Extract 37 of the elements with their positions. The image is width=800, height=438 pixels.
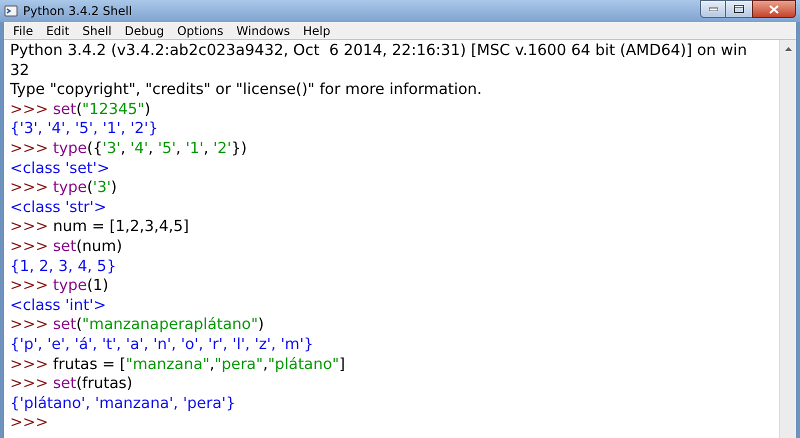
- close-icon: [769, 4, 779, 14]
- close-button[interactable]: [752, 0, 796, 18]
- code-line: {'p', 'e', 'á', 't', 'a', 'n', 'o', 'r', 'l', 'z', 'm'}: [10, 334, 314, 354]
- window-title: Python 3.4.2 Shell: [23, 3, 132, 20]
- menu-item[interactable]: Shell: [76, 22, 118, 38]
- code-line: Python 3.4.2 (v3.4.2:ab2c023a9432, Oct 6 2014, 22:16:31) [MSC v.1600 64 bit (AMD64)] on win: [10, 41, 747, 61]
- menu-item[interactable]: File: [7, 22, 40, 38]
- code-line: {'plátano', 'manzana', 'pera'}: [10, 394, 236, 414]
- code-line: <class 'set'>: [10, 158, 110, 178]
- code-line: >>> frutas = ["manzana","pera","plátano"]: [10, 354, 346, 374]
- scrollbar[interactable]: [779, 40, 796, 438]
- code-line: >>> set("manzanaperaplátano"): [10, 315, 264, 335]
- menu-item[interactable]: Edit: [40, 22, 76, 38]
- menu-item[interactable]: Windows: [230, 22, 296, 38]
- code-line: >>> set(frutas): [10, 374, 132, 394]
- code-line: <class 'int'>: [10, 296, 106, 316]
- code-line: {'3', '4', '5', '1', '2'}: [10, 119, 158, 139]
- maximize-icon: [734, 5, 744, 13]
- code-line: >>> set("12345"): [10, 100, 150, 120]
- code-line: 32: [10, 60, 30, 80]
- code-line: >>> set(num): [10, 236, 122, 257]
- code-line: >>> type(1): [10, 276, 108, 296]
- code-line: Type "copyright", "credits" or "license()" for more information.: [10, 80, 482, 100]
- code-line: >>> type({'3', '4', '5', '1', '2'}): [10, 138, 247, 159]
- minimize-icon: [708, 7, 718, 11]
- minimize-button[interactable]: [700, 0, 726, 18]
- menu-item[interactable]: Debug: [118, 22, 170, 38]
- code-line: {1, 2, 3, 4, 5}: [10, 256, 116, 276]
- python-shell-icon: [4, 4, 18, 18]
- code-line: >>> type('3'): [10, 178, 117, 198]
- maximize-button[interactable]: [726, 0, 752, 18]
- up-arrow-icon: [784, 46, 792, 50]
- code-line: >>> num = [1,2,3,4,5]: [10, 217, 189, 237]
- menu-item[interactable]: Help: [296, 22, 336, 38]
- menu-item[interactable]: Options: [171, 22, 230, 38]
- code-line: <class 'str'>: [10, 198, 106, 218]
- code-line: >>>: [10, 413, 48, 433]
